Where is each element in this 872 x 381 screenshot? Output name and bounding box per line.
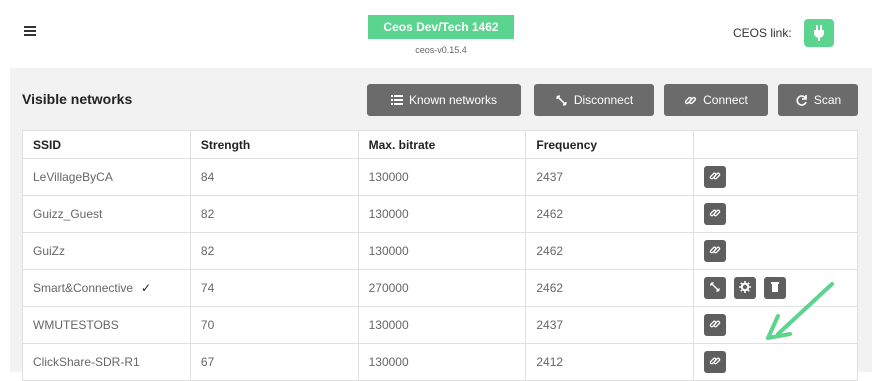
header-frequency[interactable]: Frequency [525, 130, 695, 159]
networks-panel: Visible networks Known networks Disconne… [10, 68, 872, 381]
cell-bitrate: 130000 [357, 306, 527, 344]
row-settings-button[interactable] [734, 277, 757, 299]
table-row[interactable]: ClickShare-SDR-R1 67 130000 2412 [22, 343, 858, 381]
row-connect-button[interactable] [704, 203, 727, 225]
table-body: LeVillageByCA 84 130000 2437 Guizz_Guest 82 13… [22, 158, 858, 381]
unlink-icon [555, 94, 568, 107]
row-connect-button[interactable] [704, 240, 727, 262]
gear-icon [739, 280, 752, 296]
table-row[interactable]: Smart&Connective ✓ 74 270000 2462 [22, 269, 858, 307]
header-ssid[interactable]: SSID [22, 130, 191, 159]
top-bar: Ceos Dev/Tech 1462 ceos-v0.15.4 CEOS lin… [0, 0, 872, 68]
cell-strength: 74 [189, 269, 359, 307]
cell-frequency: 2437 [525, 158, 695, 196]
table-row[interactable]: LeVillageByCA 84 130000 2437 [22, 158, 858, 196]
link-icon [709, 170, 721, 185]
plug-icon [814, 25, 824, 41]
panel-title: Visible networks [22, 91, 133, 107]
ssid-text: LeVillageByCA [33, 170, 113, 184]
cell-strength: 82 [189, 232, 359, 270]
connected-check-icon: ✓ [141, 281, 152, 295]
cell-strength: 82 [189, 195, 359, 233]
cell-strength: 67 [189, 343, 359, 381]
cell-actions [693, 158, 858, 196]
scan-button[interactable]: Scan [778, 84, 858, 116]
cell-ssid: GuiZz [22, 232, 191, 270]
link-icon [684, 94, 697, 107]
cell-strength: 70 [189, 306, 359, 344]
link-icon [709, 207, 721, 222]
scan-label: Scan [813, 93, 842, 107]
cell-frequency: 2462 [525, 232, 695, 270]
cell-frequency: 2462 [525, 195, 695, 233]
connect-label: Connect [703, 93, 748, 107]
ssid-text: GuiZz [33, 244, 66, 258]
header-actions [693, 130, 858, 159]
version-label: ceos-v0.15.4 [415, 45, 467, 55]
list-icon [390, 95, 403, 105]
row-connect-button[interactable] [704, 314, 727, 336]
known-networks-label: Known networks [408, 93, 498, 107]
cell-bitrate: 130000 [357, 195, 527, 233]
ssid-text: ClickShare-SDR-R1 [33, 355, 140, 369]
cell-bitrate: 130000 [357, 232, 527, 270]
link-icon [709, 244, 721, 259]
refresh-icon [795, 94, 808, 107]
header-strength[interactable]: Strength [189, 130, 359, 159]
cell-ssid: WMUTESTOBS [22, 306, 191, 344]
cell-frequency: 2437 [525, 306, 695, 344]
ssid-text: WMUTESTOBS [33, 318, 119, 332]
header-bitrate[interactable]: Max. bitrate [357, 130, 527, 159]
disconnect-button[interactable]: Disconnect [534, 84, 654, 116]
cell-strength: 84 [189, 158, 359, 196]
networks-table: SSID Strength Max. bitrate Frequency LeV… [22, 130, 858, 381]
cell-ssid: LeVillageByCA [22, 158, 191, 196]
brand-badge: Ceos Dev/Tech 1462 [368, 15, 514, 39]
row-disconnect-button[interactable] [704, 277, 727, 299]
cell-ssid: Smart&Connective ✓ [22, 269, 191, 307]
ceos-link-label: CEOS link: [733, 26, 792, 40]
table-header-row: SSID Strength Max. bitrate Frequency [22, 130, 858, 159]
annotation-green-arrow [766, 282, 834, 340]
ssid-text: Smart&Connective [33, 281, 134, 295]
cell-bitrate: 130000 [357, 343, 527, 381]
cell-bitrate: 130000 [357, 158, 527, 196]
cell-actions [693, 232, 858, 270]
cell-actions [693, 195, 858, 233]
cell-bitrate: 270000 [357, 269, 527, 307]
table-row[interactable]: GuiZz 82 130000 2462 [22, 232, 858, 270]
link-icon [709, 318, 721, 333]
cell-ssid: Guizz_Guest [22, 195, 191, 233]
link-icon [709, 355, 721, 370]
ssid-text: Guizz_Guest [33, 207, 103, 221]
unlink-icon [709, 281, 721, 296]
disconnect-label: Disconnect [573, 93, 634, 107]
connect-button[interactable]: Connect [664, 84, 768, 116]
cell-actions [693, 343, 858, 381]
cell-frequency: 2412 [525, 343, 695, 381]
known-networks-button[interactable]: Known networks [367, 84, 521, 116]
cell-frequency: 2462 [525, 269, 695, 307]
hamburger-menu-icon[interactable] [24, 26, 36, 36]
row-connect-button[interactable] [704, 351, 727, 373]
ceos-link-button[interactable] [804, 19, 834, 47]
row-connect-button[interactable] [704, 166, 727, 188]
table-row[interactable]: Guizz_Guest 82 130000 2462 [22, 195, 858, 233]
cell-ssid: ClickShare-SDR-R1 [22, 343, 191, 381]
table-row[interactable]: WMUTESTOBS 70 130000 2437 [22, 306, 858, 344]
